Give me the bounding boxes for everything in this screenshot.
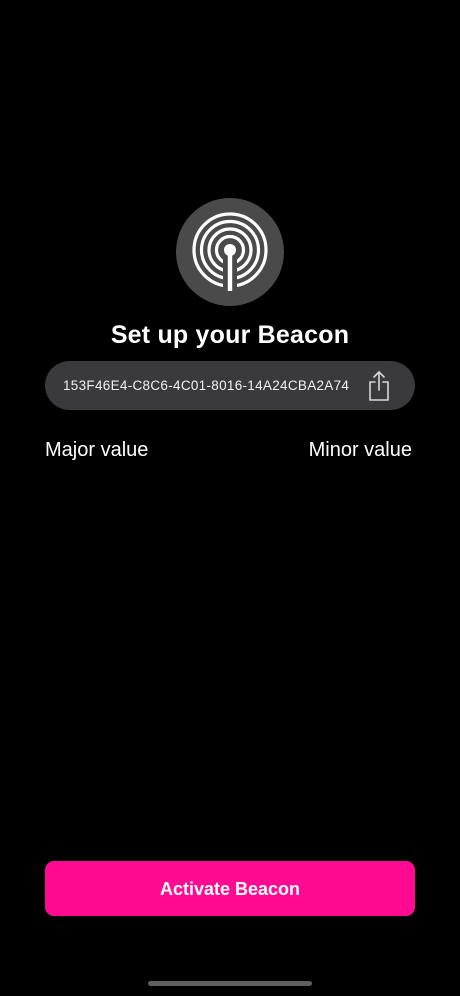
minor-value-label: Minor value <box>308 439 412 461</box>
home-indicator[interactable] <box>148 981 312 986</box>
major-value-label: Major value <box>45 439 149 461</box>
share-icon <box>369 370 389 401</box>
activate-beacon-button[interactable]: Activate Beacon <box>45 861 415 916</box>
page-title: Set up your Beacon <box>110 321 350 349</box>
uuid-value: 153F46E4-C8C6-4C01-8016-14A24CBA2A74 <box>63 378 350 393</box>
share-button[interactable] <box>365 369 393 402</box>
uuid-field[interactable]: 153F46E4-C8C6-4C01-8016-14A24CBA2A74 <box>45 361 415 410</box>
beacon-badge <box>176 198 284 306</box>
beacon-broadcast-icon <box>192 212 268 292</box>
